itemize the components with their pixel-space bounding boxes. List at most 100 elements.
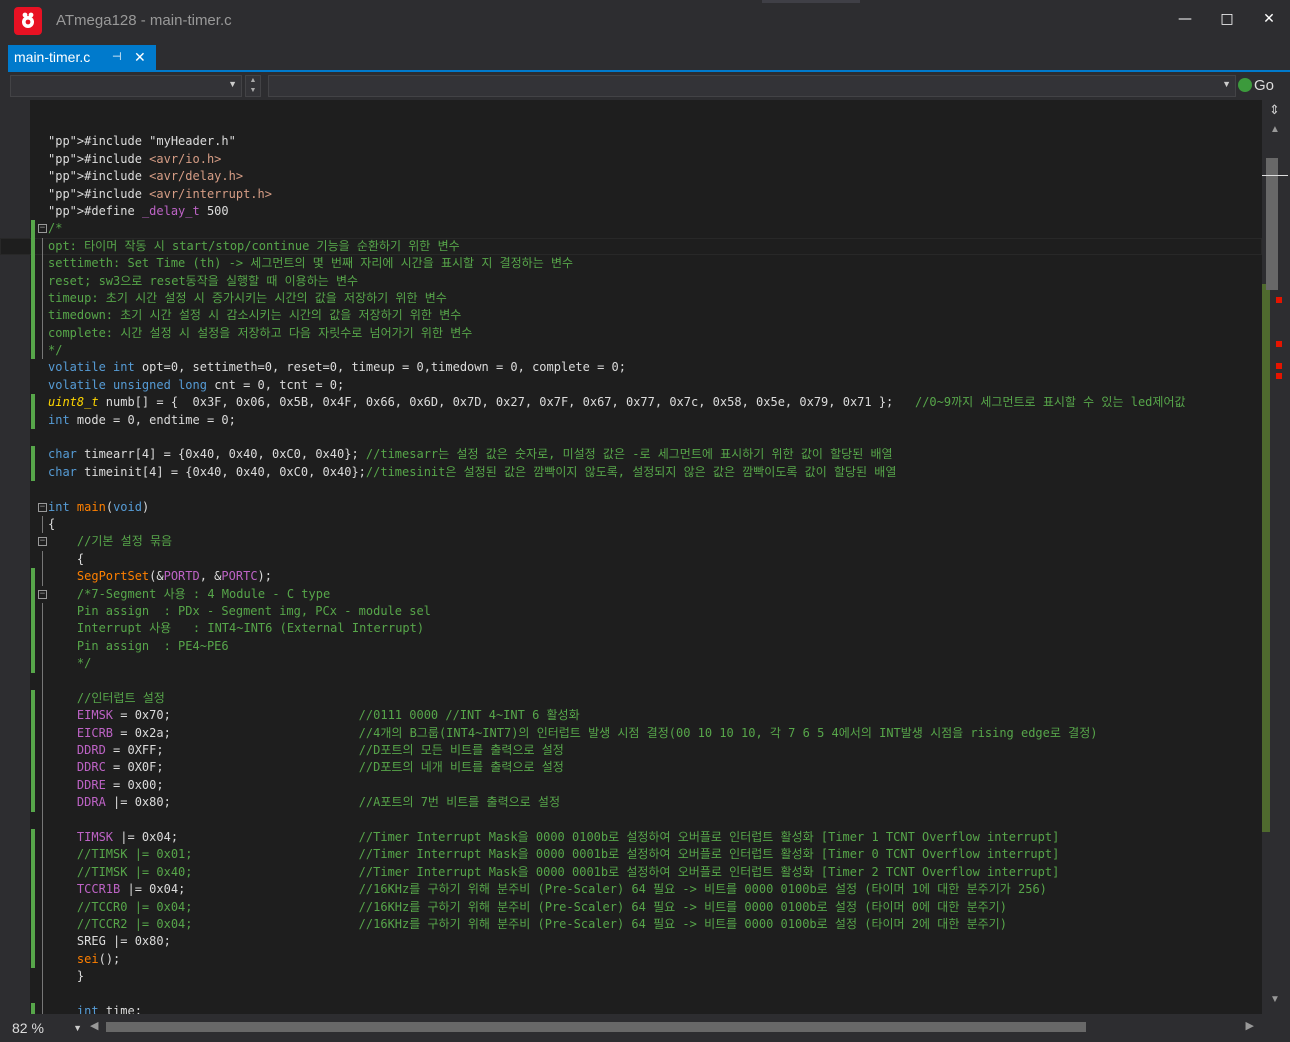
- code-line[interactable]: //TCCR2 |= 0x04; //16KHz를 구하기 위해 분주비 (Pr…: [0, 915, 1262, 934]
- code-line[interactable]: [0, 481, 1262, 498]
- chevron-down-icon: ▼: [1222, 79, 1231, 89]
- zoom-dropdown[interactable]: 82 % ▼: [8, 1018, 84, 1038]
- code-line[interactable]: //TCCR0 |= 0x04; //16KHz를 구하기 위해 분주비 (Pr…: [0, 898, 1262, 916]
- code-text: DDRE = 0x00;: [76, 777, 164, 792]
- code-line[interactable]: − //기본 설정 묶음: [0, 533, 1262, 550]
- code-line[interactable]: TIMSK |= 0x04; //Timer Interrupt Mask을 0…: [0, 829, 1262, 847]
- code-line[interactable]: "pp">#include <avr/io.h>: [0, 151, 1262, 168]
- code-line[interactable]: − int main(void): [0, 499, 1262, 516]
- code-line[interactable]: {: [0, 515, 1262, 534]
- code-line[interactable]: "pp">#include <avr/delay.h>: [0, 168, 1262, 185]
- scroll-down-icon[interactable]: ▼: [1270, 994, 1280, 1005]
- code-editor[interactable]: "pp">#include "myHeader.h" "pp">#include …: [0, 100, 1262, 1014]
- tab-close-icon[interactable]: ✕: [134, 45, 146, 70]
- code-text: "pp">#include <avr/io.h>: [48, 151, 222, 166]
- code-line[interactable]: {: [0, 550, 1262, 569]
- collapse-icon[interactable]: −: [38, 224, 47, 234]
- code-line[interactable]: [0, 985, 1262, 1003]
- collapse-icon[interactable]: −: [38, 537, 47, 547]
- code-line[interactable]: DDRE = 0x00;: [0, 776, 1262, 795]
- code-text: {: [48, 551, 85, 566]
- minimize-button[interactable]: —: [1168, 6, 1202, 32]
- code-line[interactable]: SREG |= 0x80;: [0, 933, 1262, 951]
- code-line[interactable]: Pin assign : PDx - Segment img, PCx - mo…: [0, 602, 1262, 621]
- code-line[interactable]: timedown: 초기 시간 설정 시 감소시키는 시간의 값을 저장하기 위…: [0, 307, 1262, 325]
- code-line[interactable]: Interrupt 사용 : INT4~INT6 (External Inter…: [0, 620, 1262, 638]
- change-marker: [31, 742, 35, 760]
- code-line[interactable]: [0, 429, 1262, 446]
- code-line[interactable]: "pp">#define _delay_t 500: [0, 203, 1262, 220]
- maximize-button[interactable]: □: [1210, 6, 1244, 32]
- code-text: complete: 시간 설정 시 설정을 저장하고 다음 자릿수로 넘어가기 …: [48, 325, 473, 340]
- horizontal-scrollbar[interactable]: ◀ ▶: [90, 1018, 1260, 1036]
- code-line[interactable]: //TIMSK |= 0x40; //Timer Interrupt Mask을…: [0, 863, 1262, 882]
- go-button[interactable]: Go: [1238, 75, 1282, 97]
- code-line[interactable]: timeup: 초기 시간 설정 시 증가시키는 시간의 값을 저장하기 위한 …: [0, 289, 1262, 308]
- code-line[interactable]: [0, 672, 1262, 690]
- type-scope-dropdown[interactable]: ▼: [10, 75, 242, 97]
- scroll-up-icon[interactable]: ▲: [1270, 124, 1280, 135]
- close-button[interactable]: ✕: [1252, 6, 1286, 32]
- code-line[interactable]: DDRA |= 0x80; //A포트의 7번 비트를 출력으로 설정: [0, 794, 1262, 812]
- code-line[interactable]: uint8_t numb[] = { 0x3F, 0x06, 0x5B, 0x4…: [0, 394, 1262, 412]
- scope-spinner[interactable]: ▲ ▼: [245, 75, 261, 97]
- code-line[interactable]: EICRB = 0x2a; //4개의 B그룹(INT4~INT7)의 인터럽트…: [0, 724, 1262, 743]
- code-line[interactable]: − /*7-Segment 사용 : 4 Module - C type: [0, 585, 1262, 603]
- collapse-icon[interactable]: −: [38, 589, 47, 599]
- code-line[interactable]: int mode = 0, endtime = 0;: [0, 411, 1262, 430]
- scroll-right-icon[interactable]: ▶: [1246, 1019, 1254, 1032]
- collapse-icon[interactable]: −: [38, 502, 47, 512]
- code-text: settimeth: Set Time (th) -> 세그먼트의 몇 번째 자…: [48, 256, 574, 271]
- code-line[interactable]: //TIMSK |= 0x01; //Timer Interrupt Mask을…: [0, 846, 1262, 864]
- tab-main-timer[interactable]: main-timer.c ⊣ ✕: [8, 45, 156, 70]
- pin-icon[interactable]: ⊣: [112, 45, 122, 70]
- code-line[interactable]: "pp">#include "myHeader.h": [0, 133, 1262, 150]
- scroll-thumb[interactable]: [1266, 158, 1278, 290]
- code-line[interactable]: reset; sw3으로 reset동작을 실행할 때 이용하는 변수: [0, 272, 1262, 290]
- code-line[interactable]: "pp">#include <avr/interrupt.h>: [0, 186, 1262, 203]
- error-marker[interactable]: [1276, 363, 1282, 369]
- navigation-bar: ▼ ▲ ▼ ▼ Go: [0, 72, 1290, 100]
- scroll-left-icon[interactable]: ◀: [90, 1019, 98, 1032]
- code-line[interactable]: EIMSK = 0x70; //0111 0000 //INT 4~INT 6 …: [0, 707, 1262, 725]
- error-marker[interactable]: [1276, 341, 1282, 347]
- code-line[interactable]: }: [0, 968, 1262, 986]
- member-dropdown[interactable]: ▼: [268, 75, 1236, 97]
- code-line[interactable]: DDRC = 0X0F; //D포트의 네개 비트를 출력으로 설정: [0, 759, 1262, 777]
- code-text: DDRD = 0XFF; //D포트의 모든 비트를 출력으로 설정: [76, 743, 564, 758]
- change-marker: [31, 585, 35, 603]
- split-handle-icon[interactable]: ⇕: [1269, 102, 1280, 118]
- code-line[interactable]: opt: 타이머 작동 시 start/stop/continue 기능을 순환…: [0, 237, 1262, 256]
- code-line[interactable]: int time;: [0, 1002, 1262, 1014]
- code-line[interactable]: char timeinit[4] = {0x40, 0x40, 0xC0, 0x…: [0, 463, 1262, 482]
- code-text: {: [48, 516, 56, 531]
- fold-guide: [42, 1002, 43, 1014]
- code-text: //TCCR0 |= 0x04; //16KHz를 구하기 위해 분주비 (Pr…: [76, 899, 1007, 914]
- code-line[interactable]: complete: 시간 설정 시 설정을 저장하고 다음 자릿수로 넘어가기 …: [0, 324, 1262, 343]
- code-line[interactable]: */: [0, 342, 1262, 360]
- code-line[interactable]: volatile unsigned long cnt = 0, tcnt = 0…: [0, 377, 1262, 394]
- horizontal-scroll-thumb[interactable]: [106, 1022, 1086, 1032]
- code-line[interactable]: TCCR1B |= 0x04; //16KHz를 구하기 위해 분주비 (Pre…: [0, 881, 1262, 899]
- code-line[interactable]: settimeth: Set Time (th) -> 세그먼트의 몇 번째 자…: [0, 255, 1262, 273]
- code-line[interactable]: Pin assign : PE4~PE6: [0, 637, 1262, 656]
- change-marker: [31, 602, 35, 621]
- code-text: int main(void): [48, 499, 150, 514]
- code-line[interactable]: //인터럽트 설정: [0, 689, 1262, 708]
- code-text: EICRB = 0x2a; //4개의 B그룹(INT4~INT7)의 인터럽트…: [76, 725, 1098, 740]
- vertical-scrollbar[interactable]: ⇕ ▲ ▼: [1262, 100, 1290, 1014]
- code-line[interactable]: [0, 811, 1262, 830]
- code-text: uint8_t numb[] = { 0x3F, 0x06, 0x5B, 0x4…: [48, 395, 1186, 410]
- code-line[interactable]: [0, 116, 1262, 133]
- code-line[interactable]: volatile int opt=0, settimeth=0, reset=0…: [0, 359, 1262, 376]
- code-line[interactable]: sei();: [0, 950, 1262, 969]
- error-marker[interactable]: [1276, 373, 1282, 379]
- error-marker[interactable]: [1276, 297, 1282, 303]
- code-line[interactable]: */: [0, 655, 1262, 673]
- fold-guide: [42, 881, 43, 899]
- fold-guide: [42, 707, 43, 725]
- code-line[interactable]: char timearr[4] = {0x40, 0x40, 0xC0, 0x4…: [0, 446, 1262, 464]
- code-line[interactable]: −/*: [0, 220, 1262, 238]
- code-line[interactable]: DDRD = 0XFF; //D포트의 모든 비트를 출력으로 설정: [0, 742, 1262, 760]
- code-line[interactable]: SegPortSet(&PORTD, &PORTC);: [0, 568, 1262, 586]
